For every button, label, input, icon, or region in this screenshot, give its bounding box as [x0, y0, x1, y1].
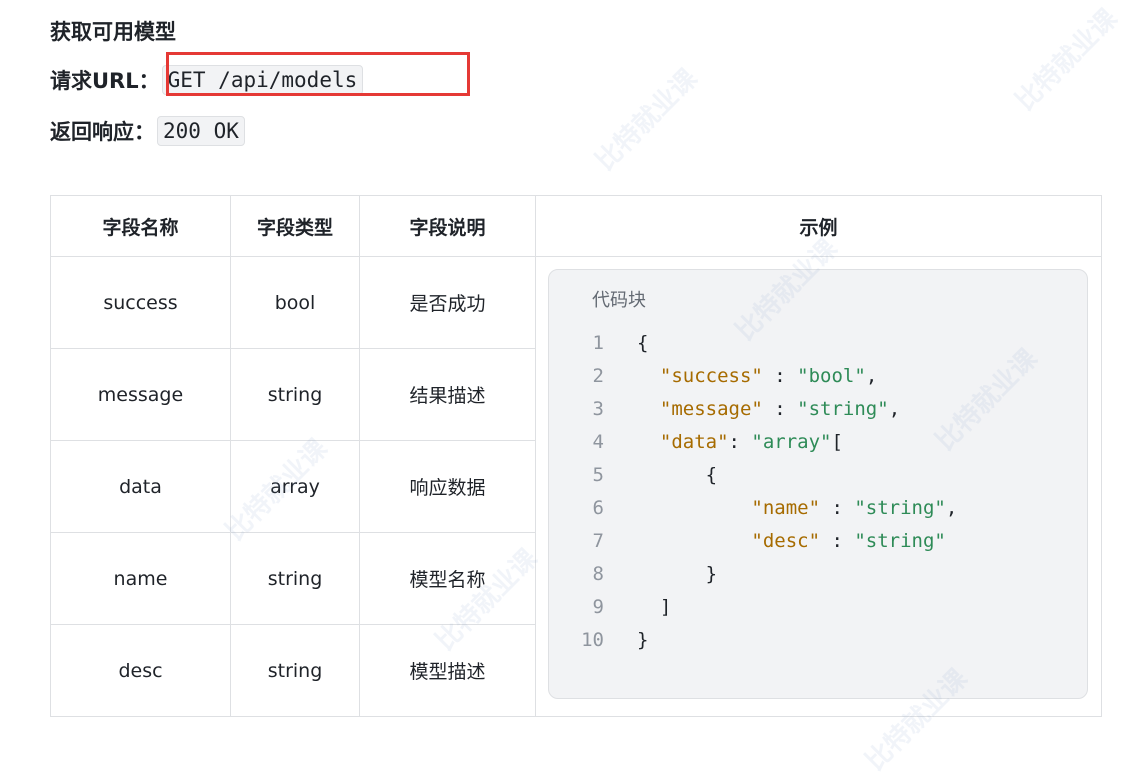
field-desc-cell: 模型描述	[359, 624, 536, 717]
line-number: 5	[592, 464, 604, 486]
watermark-logo: 比特就业课	[1010, 3, 1124, 117]
field-type-cell: array	[230, 440, 360, 533]
code-token: }	[637, 629, 649, 651]
header-field-desc: 字段说明	[359, 195, 536, 257]
code-token: :	[762, 365, 798, 387]
code-token: "string"	[797, 398, 889, 420]
code-line: 2 "success" : "bool",	[549, 360, 1087, 393]
code-line: 7 "desc" : "string"	[549, 525, 1087, 558]
code-token: "array"	[751, 431, 832, 453]
code-token: :	[728, 431, 752, 453]
code-content: "name" : "string",	[637, 492, 957, 525]
field-type-cell: string	[230, 348, 360, 441]
line-number: 3	[592, 398, 604, 420]
code-content: }	[637, 558, 717, 591]
code-content: "desc" : "string"	[637, 525, 946, 558]
field-name-cell: desc	[50, 624, 231, 717]
code-token: }	[637, 563, 718, 585]
request-url-code: GET /api/models	[161, 65, 364, 95]
table-row: success bool 是否成功 代码块 1{2 "success" : "bool"…	[50, 256, 1102, 717]
code-line: 3 "message" : "string",	[549, 393, 1087, 426]
response-label: 返回响应：	[50, 120, 155, 144]
code-token: "desc"	[751, 530, 821, 552]
line-number: 2	[592, 365, 604, 387]
code-line: 1{	[549, 327, 1087, 360]
line-number: 9	[592, 596, 604, 618]
code-token: ,	[945, 497, 958, 519]
code-token: "name"	[751, 497, 821, 519]
code-token: [	[831, 431, 843, 453]
code-token: "string"	[854, 497, 946, 519]
code-content: "success" : "bool",	[637, 360, 877, 393]
section-heading: 获取可用模型	[50, 20, 176, 44]
code-block-title: 代码块	[592, 290, 646, 311]
field-name-cell: success	[50, 256, 231, 349]
code-line: 8 }	[549, 558, 1087, 591]
code-content: ]	[637, 591, 671, 624]
code-token: {	[637, 332, 649, 354]
header-field-type: 字段类型	[230, 195, 360, 257]
field-desc-cell: 模型名称	[359, 532, 536, 625]
line-number: 8	[592, 563, 604, 585]
line-number: 1	[592, 332, 604, 354]
example-cell: 代码块 1{2 "success" : "bool", 3 "message" : …	[535, 256, 1102, 717]
code-token: "data"	[659, 431, 729, 453]
code-token: :	[820, 497, 855, 519]
code-content: "data": "array"[	[637, 426, 843, 459]
field-name-cell: name	[50, 532, 231, 625]
header-example: 示例	[535, 195, 1102, 257]
watermark-logo: 比特就业课	[590, 63, 704, 177]
code-token: ]	[637, 596, 672, 618]
code-content: }	[637, 624, 648, 657]
code-token: "message"	[659, 398, 763, 420]
code-line: 4 "data": "array"[	[549, 426, 1087, 459]
code-line: 9 ]	[549, 591, 1087, 624]
field-type-cell: string	[230, 624, 360, 717]
field-name-cell: data	[50, 440, 231, 533]
code-content: {	[637, 459, 717, 492]
field-desc-cell: 是否成功	[359, 256, 536, 349]
code-token: "bool"	[797, 365, 866, 387]
field-type-cell: string	[230, 532, 360, 625]
line-number: 7	[592, 530, 604, 552]
line-number: 4	[592, 431, 604, 453]
code-token: ,	[888, 398, 901, 420]
code-token: "string"	[854, 530, 946, 552]
field-name-cell: message	[50, 348, 231, 441]
code-line: 10}	[549, 624, 1087, 657]
code-line: 5 {	[549, 459, 1087, 492]
table-header-row: 字段名称 字段类型 字段说明 示例	[50, 195, 1102, 257]
fields-table: 字段名称 字段类型 字段说明 示例 success bool 是否成功 代码块 1{2 …	[50, 195, 1102, 717]
request-url-label: 请求URL：	[50, 69, 160, 93]
code-token: "success"	[659, 365, 763, 387]
header-field-name: 字段名称	[50, 195, 231, 257]
code-content: "message" : "string",	[637, 393, 900, 426]
code-token: ,	[865, 365, 878, 387]
response-row: 返回响应： 200 OK	[50, 111, 245, 151]
request-url-row: 请求URL： GET /api/models	[50, 60, 364, 100]
field-type-cell: bool	[230, 256, 360, 349]
code-block: 代码块 1{2 "success" : "bool", 3 "message" : …	[548, 269, 1088, 699]
code-content: {	[637, 327, 648, 360]
code-token: :	[762, 398, 798, 420]
field-desc-cell: 结果描述	[359, 348, 536, 441]
line-number: 6	[592, 497, 604, 519]
code-line: 6 "name" : "string",	[549, 492, 1087, 525]
code-token: :	[820, 530, 855, 552]
field-desc-cell: 响应数据	[359, 440, 536, 533]
line-number: 10	[581, 629, 604, 651]
response-code: 200 OK	[157, 116, 245, 146]
code-token: {	[637, 464, 718, 486]
